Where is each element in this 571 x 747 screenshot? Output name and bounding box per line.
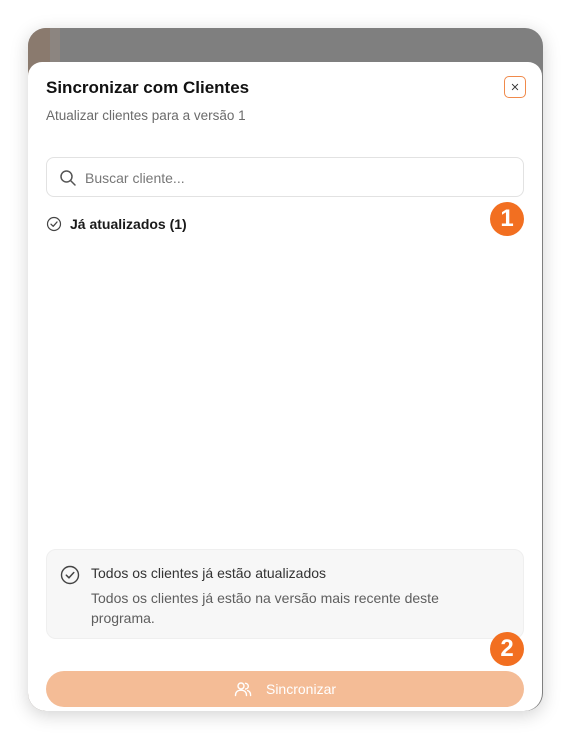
annotation-marker-1: 1: [490, 202, 524, 236]
info-description: Todos os clientes já estão na versão mai…: [91, 590, 439, 626]
info-alert: Todos os clientes já estão atualizados T…: [46, 549, 524, 639]
dialog-title: Sincronizar com Clientes: [46, 78, 250, 97]
close-button[interactable]: [504, 76, 526, 98]
section-label: Já atualizados (1): [70, 216, 187, 232]
sync-button[interactable]: Sincronizar: [46, 671, 524, 707]
check-circle-icon: [46, 216, 62, 232]
updated-clients-section[interactable]: Já atualizados (1): [46, 214, 187, 234]
dialog-subtitle: Atualizar clientes para a versão 1: [46, 108, 246, 123]
users-icon: [234, 682, 252, 697]
close-icon: [511, 83, 519, 91]
annotation-marker-2: 2: [490, 632, 524, 666]
search-box[interactable]: [46, 157, 524, 197]
info-title: Todos os clientes já estão atualizados: [91, 565, 327, 581]
check-circle-icon: [60, 565, 80, 585]
sync-clients-dialog: Sincronizar com Clientes Atualizar clien…: [28, 62, 542, 711]
sync-button-label: Sincronizar: [265, 681, 337, 697]
search-input[interactable]: [83, 166, 507, 190]
search-icon: [60, 170, 76, 186]
